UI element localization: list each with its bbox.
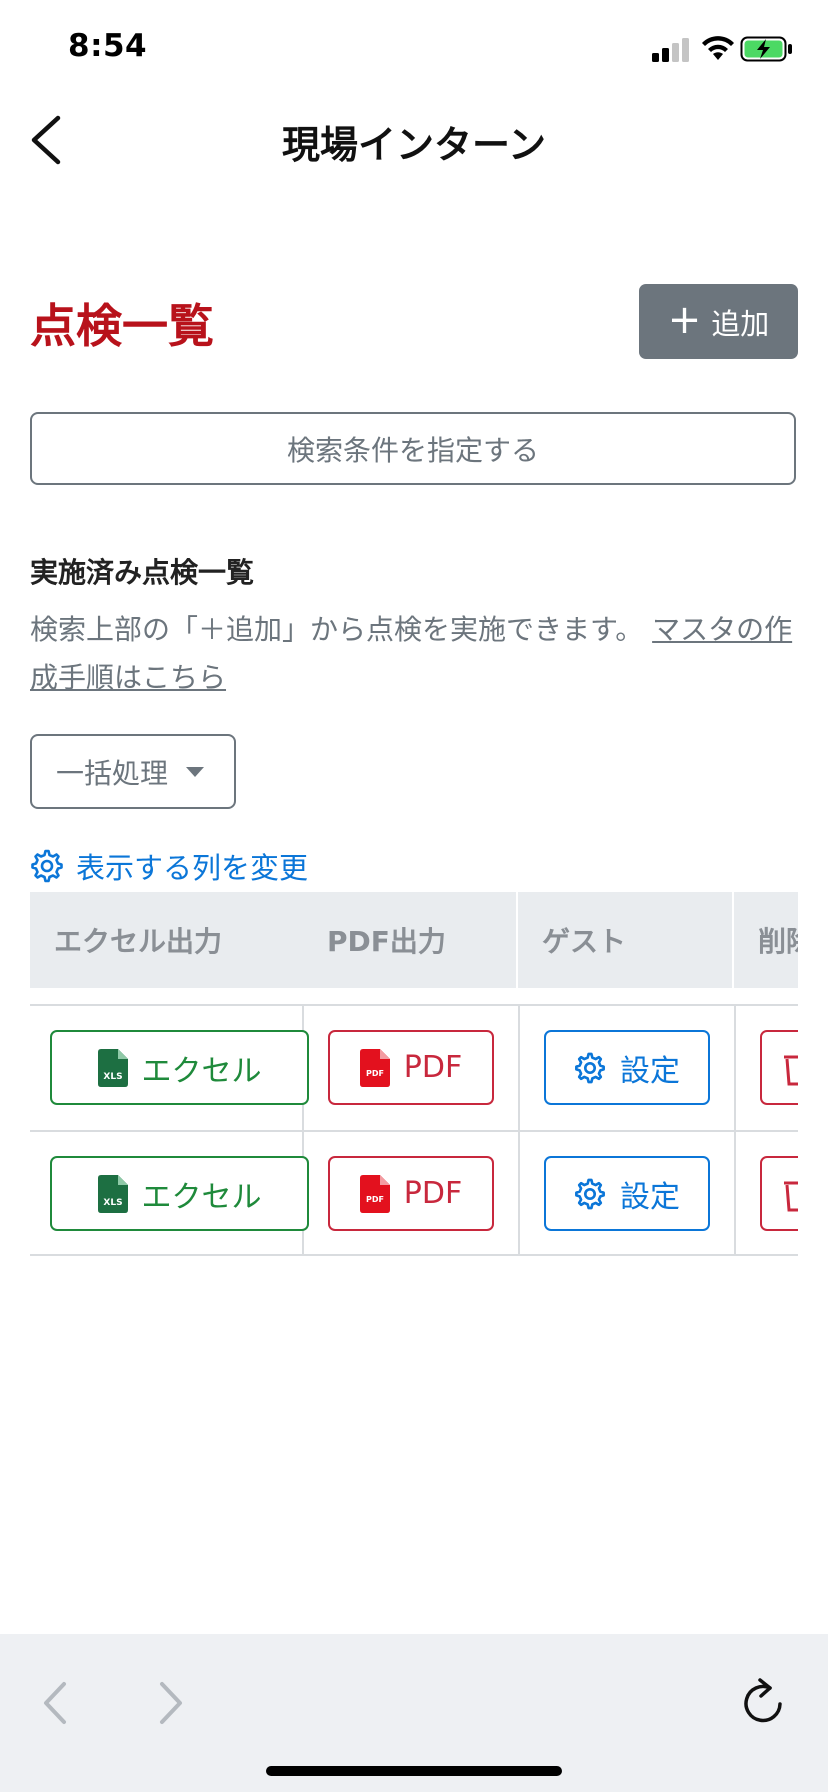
pdf-button-label: PDF [403,1050,463,1085]
pdf-export-button[interactable]: PDF PDF [328,1156,494,1231]
header-excel-output: エクセル出力 [54,925,223,958]
settings-button-label: 設定 [620,1053,680,1089]
excel-button-label: エクセル [141,1179,262,1215]
header-guest: ゲスト [542,925,627,958]
pdf-file-icon: PDF [359,1174,390,1213]
excel-export-button[interactable]: XLS エクセル [50,1030,309,1105]
delete-button[interactable] [760,1156,798,1231]
change-columns-link[interactable]: 表示する列を変更 [30,844,308,888]
gear-icon [31,849,63,883]
cell-divider [734,1006,736,1130]
pdf-button-label: PDF [403,1176,463,1211]
app-screen: 8:54 現場インターン 点検一覧 + 追加 検索条件を指定する 実施済み点検一… [0,0,828,1792]
header-delete: 削除 [758,925,798,958]
cell-divider [518,1006,520,1130]
table-row: XLS エクセル PDF PDF 設定 [30,1130,798,1256]
search-conditions-button[interactable]: 検索条件を指定する [30,412,796,485]
inspection-list-heading: 点検一覧 [30,299,214,353]
excel-badge-text: XLS [103,1198,122,1208]
status-bar: 8:54 [0,0,828,96]
pdf-export-button[interactable]: PDF PDF [328,1030,494,1105]
completed-inspections-title: 実施済み点検一覧 [30,556,255,589]
home-indicator [266,1766,562,1776]
cellular-signal-icon [652,38,689,62]
table-row: XLS エクセル PDF PDF 設定 [30,1004,798,1130]
wifi-icon [702,36,734,60]
reload-icon[interactable] [740,1676,786,1728]
add-button-label: 追加 [711,306,770,341]
pdf-file-icon: PDF [359,1048,390,1087]
status-time: 8:54 [68,28,148,64]
page-title: 現場インターン [281,123,547,167]
help-text-body: 検索上部の「＋追加」から点検を実施できます。 [30,613,644,646]
pdf-badge-text: PDF [366,1195,384,1204]
change-columns-label: 表示する列を変更 [76,851,309,885]
caret-down-icon [186,766,205,777]
help-text: 検索上部の「＋追加」から点検を実施できます。 マスタの作成手順はこちら [30,606,800,702]
bulk-action-dropdown[interactable]: 一括処理 [30,734,236,809]
guest-settings-button[interactable]: 設定 [544,1156,710,1231]
browser-back-icon[interactable] [36,1678,76,1728]
guest-settings-button[interactable]: 設定 [544,1030,710,1105]
gear-icon [575,1178,605,1209]
navigation-bar: 現場インターン [0,96,828,186]
cell-divider [518,1132,520,1256]
battery-charging-icon [740,36,792,62]
table-header: エクセル出力 PDF出力 ゲスト 削除 [30,892,798,988]
gear-icon [575,1052,605,1083]
delete-button[interactable] [760,1030,798,1105]
trash-icon [784,1181,798,1211]
pdf-badge-text: PDF [366,1069,384,1078]
excel-file-icon: XLS [97,1048,128,1087]
bulk-action-label: 一括処理 [56,756,169,790]
header-divider [732,892,734,988]
settings-button-label: 設定 [620,1179,680,1215]
excel-export-button[interactable]: XLS エクセル [50,1156,309,1231]
trash-icon [784,1055,798,1085]
excel-file-icon: XLS [97,1174,128,1213]
header-divider [516,892,518,988]
header-pdf-output: PDF出力 [327,925,446,958]
cell-divider [734,1132,736,1256]
plus-icon: + [667,297,702,343]
inspection-table: エクセル出力 PDF出力 ゲスト 削除 XLS エクセル [30,892,798,1262]
browser-forward-icon[interactable] [150,1678,190,1728]
excel-button-label: エクセル [141,1053,262,1089]
add-button[interactable]: + 追加 [639,284,798,359]
excel-badge-text: XLS [103,1072,122,1082]
